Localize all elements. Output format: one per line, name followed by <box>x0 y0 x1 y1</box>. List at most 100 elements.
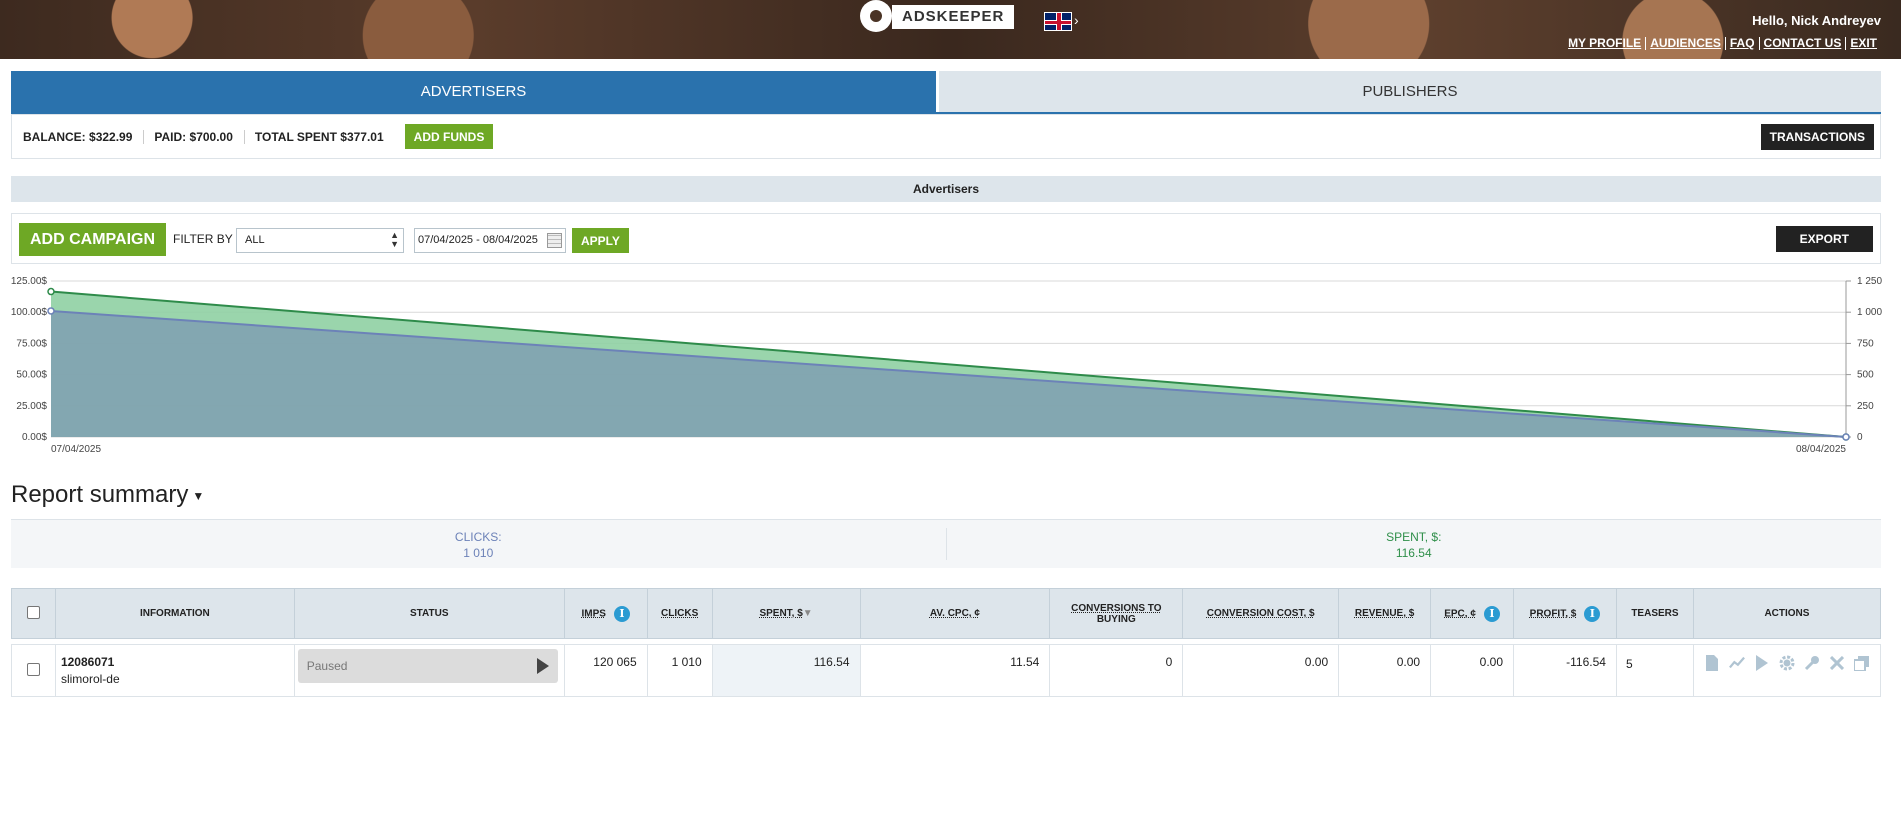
contact-us-link[interactable]: CONTACT US <box>1758 37 1846 50</box>
audiences-link[interactable]: AUDIENCES <box>1645 37 1725 50</box>
actions-cell <box>1692 644 1882 697</box>
balance-info: BALANCE: $322.99 <box>23 129 145 144</box>
header-spent[interactable]: SPENT, $▼ <box>711 588 861 639</box>
header-conversion-cost[interactable]: CONVERSION COST, $ <box>1182 588 1340 639</box>
av-cpc-value: 11.54 <box>859 644 1051 697</box>
copy-icon[interactable] <box>1854 655 1870 671</box>
spending-chart: 0.00$ 0 25.00$ 250 50.00$ 500 75.00$ 750 100.00$… <box>0 272 1901 462</box>
header-status: STATUS <box>293 588 565 639</box>
summary-spent: SPENT, $: 116.54 <box>947 520 1882 568</box>
uk-flag-icon[interactable] <box>1044 12 1072 31</box>
profit-value: -116.54 <box>1513 644 1617 697</box>
spent-value: 116.54 <box>711 644 861 697</box>
clicks-point <box>47 307 55 315</box>
top-links: MY PROFILE AUDIENCES FAQ CONTACT US EXIT <box>1564 37 1881 50</box>
header-information: INFORMATION <box>54 588 295 639</box>
header-clicks[interactable]: CLICKS <box>646 588 713 639</box>
summary-clicks-label: CLICKS: <box>454 530 502 544</box>
total-spent-value: $377.01 <box>340 129 384 144</box>
status-text: Paused <box>306 659 348 673</box>
y-left-tick-label: 25.00$ <box>16 401 47 412</box>
exit-link[interactable]: EXIT <box>1845 37 1881 50</box>
faq-link[interactable]: FAQ <box>1724 37 1759 50</box>
status-cell: Paused <box>293 644 565 697</box>
campaign-id[interactable]: 12086071 <box>61 655 294 669</box>
info-icon[interactable]: i <box>1584 605 1601 622</box>
filter-select-value: ALL <box>245 234 265 246</box>
summary-clicks: CLICKS: 1 010 <box>11 528 947 560</box>
delete-icon[interactable] <box>1829 655 1845 671</box>
wrench-icon[interactable] <box>1804 655 1820 671</box>
summary-clicks-value: 1 010 <box>463 546 494 560</box>
y-right-tick-label: 1 250 <box>1857 276 1882 287</box>
header-actions: ACTIONS <box>1692 588 1882 639</box>
paid-info: PAID: $700.00 <box>154 129 245 144</box>
revenue-value: 0.00 <box>1338 644 1432 697</box>
header-revenue[interactable]: REVENUE, $ <box>1338 588 1432 639</box>
row-actions <box>1694 655 1880 671</box>
campaign-info: 12086071 slimorol-de <box>54 644 295 697</box>
language-chevron-icon[interactable]: › <box>1074 12 1079 28</box>
status-toggle[interactable]: Paused <box>297 649 558 683</box>
play-icon[interactable] <box>1754 655 1770 671</box>
chart-svg: 0.00$ 0 25.00$ 250 50.00$ 500 75.00$ 750 100.00$… <box>11 276 1883 455</box>
header-conversions[interactable]: CONVERSIONS TO BUYING <box>1049 588 1184 639</box>
header-epc[interactable]: EPC, ¢ i <box>1430 588 1515 639</box>
summary-spent-value: 116.54 <box>1395 546 1432 560</box>
total-spent-info: TOTAL SPENT $377.01 <box>254 129 384 144</box>
filter-by-label: FILTER BY <box>173 232 233 246</box>
balance-bar: BALANCE: $322.99 PAID: $700.00 TOTAL SPE… <box>11 114 1881 159</box>
y-right-tick-label: 0 <box>1857 432 1863 443</box>
tab-publishers[interactable]: PUBLISHERS <box>939 71 1881 112</box>
sort-desc-icon: ▼ <box>802 608 813 619</box>
row-checkbox[interactable] <box>26 663 40 676</box>
select-all-checkbox[interactable] <box>26 605 40 619</box>
y-right-tick-label: 250 <box>1857 401 1874 412</box>
y-left-tick-label: 0.00$ <box>22 432 47 443</box>
stats-icon[interactable] <box>1728 655 1745 671</box>
filter-select[interactable]: ALL ▲ ▼ <box>236 228 404 253</box>
summary-spent-label: SPENT, $: <box>1386 530 1442 544</box>
calendar-icon[interactable] <box>547 233 562 248</box>
imps-value: 120 065 <box>563 644 648 697</box>
paid-value: $700.00 <box>189 129 233 144</box>
date-range-input[interactable]: 07/04/2025 - 08/04/2025 <box>414 228 566 253</box>
add-campaign-button[interactable]: ADD CAMPAIGN <box>19 223 167 256</box>
transactions-button[interactable]: TRANSACTIONS <box>1760 124 1874 150</box>
section-title: Advertisers <box>11 176 1881 202</box>
conversions-value: 0 <box>1049 644 1184 697</box>
top-header: ADSKEEPER › Hello, Nick Andreyev MY PROF… <box>0 0 1901 59</box>
balance-value: $322.99 <box>89 129 133 144</box>
tab-advertisers[interactable]: ADVERTISERS <box>11 71 936 112</box>
header-profit[interactable]: PROFIT, $ i <box>1513 588 1617 639</box>
play-icon[interactable] <box>536 658 549 674</box>
date-range-value: 07/04/2025 - 08/04/2025 <box>418 234 538 246</box>
info-icon[interactable]: i <box>1483 605 1500 622</box>
campaigns-table: INFORMATION STATUS IMPS i CLICKS SPENT, $… <box>11 588 1882 697</box>
campaign-name: slimorol-de <box>60 672 120 686</box>
add-funds-button[interactable]: ADD FUNDS <box>404 124 494 149</box>
teasers-value[interactable]: 5 <box>1615 644 1694 697</box>
spent-point <box>47 287 55 296</box>
header-av-cpc[interactable]: AV. CPC, ¢ <box>859 588 1051 639</box>
report-summary-title[interactable]: Report summary ▼ <box>11 481 204 509</box>
adskeeper-logo[interactable]: ADSKEEPER <box>860 0 1015 34</box>
y-right-tick-label: 500 <box>1857 370 1874 381</box>
document-icon[interactable] <box>1704 655 1720 671</box>
key-logo-icon <box>860 0 896 32</box>
info-icon[interactable]: i <box>613 605 630 622</box>
y-left-tick-label: 125.00$ <box>11 276 48 287</box>
gear-icon[interactable] <box>1779 655 1795 671</box>
y-left-tick-label: 100.00$ <box>11 307 48 318</box>
my-profile-link[interactable]: MY PROFILE <box>1564 37 1645 50</box>
y-right-tick-label: 1 000 <box>1857 307 1882 318</box>
x-tick-label: 08/04/2025 <box>1796 444 1846 455</box>
table-row: 12086071 slimorol-de Paused 120 065 1 01… <box>11 644 1882 697</box>
export-button[interactable]: EXPORT <box>1775 226 1873 252</box>
select-arrows-icon: ▲ ▼ <box>390 230 399 249</box>
report-summary-bar: CLICKS: 1 010 SPENT, $: 116.54 <box>11 519 1881 568</box>
apply-button[interactable]: APPLY <box>572 228 629 253</box>
y-right-tick-label: 750 <box>1857 338 1874 349</box>
header-imps[interactable]: IMPS i <box>563 588 648 639</box>
y-left-tick-label: 75.00$ <box>16 338 47 349</box>
